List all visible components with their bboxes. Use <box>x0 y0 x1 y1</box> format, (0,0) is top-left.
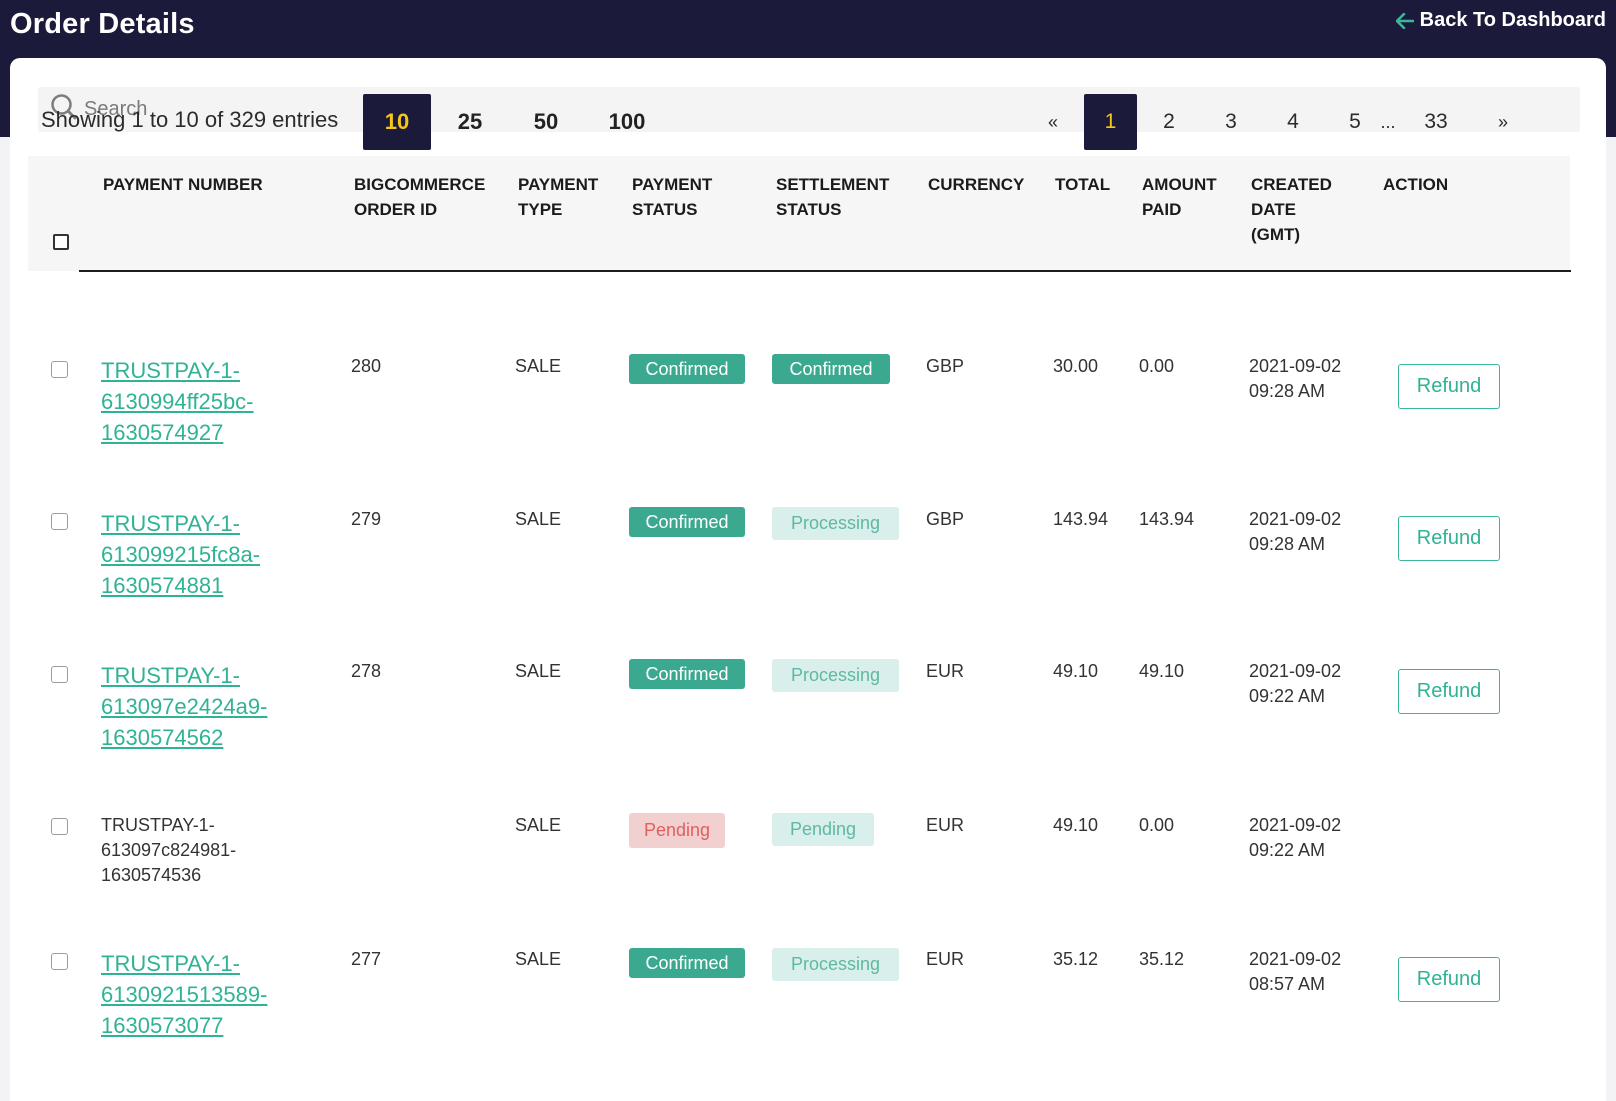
arrow-left-icon <box>1395 12 1414 29</box>
col-action: ACTION <box>1383 175 1449 194</box>
col-currency[interactable]: CURRENCY <box>928 172 1024 197</box>
order-id: 277 <box>351 949 382 969</box>
col-bigcommerce-order-id[interactable]: BIGCOMMERCE ORDER ID <box>354 172 485 222</box>
currency: GBP <box>926 509 965 529</box>
page-size-50[interactable]: 50 <box>516 94 576 150</box>
pagination-page-1[interactable]: 1 <box>1084 94 1137 150</box>
back-to-dashboard-link[interactable]: Back To Dashboard <box>1395 9 1606 32</box>
page-size-100[interactable]: 100 <box>592 94 662 150</box>
row-checkbox[interactable] <box>51 953 68 970</box>
page-size-10[interactable]: 10 <box>363 94 431 150</box>
payment-number-link[interactable]: TRUSTPAY-1- 613097e2424a9- 1630574562 <box>101 660 267 753</box>
created-date: 2021-09-02 09:28 AM <box>1249 509 1342 554</box>
created-date: 2021-09-02 09:28 AM <box>1249 356 1342 401</box>
refund-button[interactable]: Refund <box>1398 669 1500 714</box>
payment-type: SALE <box>515 356 562 376</box>
payment-status-badge: Confirmed <box>629 507 745 537</box>
table-header-divider <box>79 270 1571 272</box>
payment-number-link[interactable]: TRUSTPAY-1- 613099215fc8a- 1630574881 <box>101 508 260 601</box>
payment-type: SALE <box>515 509 562 529</box>
pagination-page-33[interactable]: 33 <box>1414 94 1458 150</box>
total: 143.94 <box>1053 509 1109 529</box>
total: 49.10 <box>1053 661 1099 681</box>
payment-type: SALE <box>515 661 562 681</box>
payment-status-badge: Confirmed <box>629 354 745 384</box>
row-checkbox[interactable] <box>51 818 68 835</box>
payment-type: SALE <box>515 815 562 835</box>
row-checkbox[interactable] <box>51 361 68 378</box>
total: 30.00 <box>1053 356 1099 376</box>
payment-status-badge: Confirmed <box>629 948 745 978</box>
refund-button[interactable]: Refund <box>1398 516 1500 561</box>
amount-paid: 49.10 <box>1139 661 1185 681</box>
created-date: 2021-09-02 09:22 AM <box>1249 815 1342 860</box>
order-id: 280 <box>351 356 382 376</box>
pagination-ellipsis: ... <box>1380 111 1396 132</box>
settlement-status-badge: Confirmed <box>772 354 890 384</box>
settlement-status-badge: Processing <box>772 948 899 981</box>
order-id: 278 <box>351 661 382 681</box>
payment-number-link[interactable]: TRUSTPAY-1- 6130994ff25bc- 1630574927 <box>101 355 254 448</box>
pagination-page-4[interactable]: 4 <box>1274 94 1312 150</box>
row-checkbox[interactable] <box>51 666 68 683</box>
col-payment-status[interactable]: PAYMENT STATUS <box>632 172 712 222</box>
pagination-page-3[interactable]: 3 <box>1212 94 1250 150</box>
amount-paid: 143.94 <box>1139 509 1195 529</box>
total: 49.10 <box>1053 815 1099 835</box>
pagination-page-5[interactable]: 5 <box>1336 94 1374 150</box>
currency: EUR <box>926 815 965 835</box>
payment-number-text: TRUSTPAY-1- 613097c824981- 1630574536 <box>101 815 237 885</box>
amount-paid: 35.12 <box>1139 949 1185 969</box>
amount-paid: 0.00 <box>1139 815 1175 835</box>
refund-button[interactable]: Refund <box>1398 957 1500 1002</box>
page-size-25[interactable]: 25 <box>440 94 500 150</box>
settlement-status-badge: Pending <box>772 813 874 846</box>
page-title: Order Details <box>10 8 195 40</box>
created-date: 2021-09-02 08:57 AM <box>1249 949 1342 994</box>
row-checkbox[interactable] <box>51 513 68 530</box>
col-payment-type[interactable]: PAYMENT TYPE <box>518 172 598 222</box>
currency: EUR <box>926 661 965 681</box>
pagination-prev[interactable]: « <box>1035 94 1071 150</box>
amount-paid: 0.00 <box>1139 356 1175 376</box>
pagination-page-2[interactable]: 2 <box>1150 94 1188 150</box>
payment-type: SALE <box>515 949 562 969</box>
payment-number-link[interactable]: TRUSTPAY-1- 6130921513589- 1630573077 <box>101 948 267 1041</box>
col-payment-number[interactable]: PAYMENT NUMBER <box>103 172 263 197</box>
select-all-checkbox[interactable] <box>53 234 69 250</box>
col-settlement-status[interactable]: SETTLEMENT STATUS <box>776 172 889 222</box>
col-created-date[interactable]: CREATED DATE (GMT) <box>1251 172 1332 247</box>
payment-status-badge: Confirmed <box>629 659 745 689</box>
refund-button[interactable]: Refund <box>1398 364 1500 409</box>
currency: EUR <box>926 949 965 969</box>
back-to-dashboard-label: Back To Dashboard <box>1419 9 1606 31</box>
pagination-next[interactable]: » <box>1485 94 1521 150</box>
order-id: 279 <box>351 509 382 529</box>
settlement-status-badge: Processing <box>772 659 899 692</box>
col-amount-paid[interactable]: AMOUNT PAID <box>1142 172 1217 222</box>
currency: GBP <box>926 356 965 376</box>
created-date: 2021-09-02 09:22 AM <box>1249 661 1342 706</box>
settlement-status-badge: Processing <box>772 507 899 540</box>
col-total[interactable]: TOTAL <box>1055 172 1110 197</box>
payment-status-badge: Pending <box>629 813 725 848</box>
entries-info: Showing 1 to 10 of 329 entries <box>41 107 339 132</box>
total: 35.12 <box>1053 949 1099 969</box>
